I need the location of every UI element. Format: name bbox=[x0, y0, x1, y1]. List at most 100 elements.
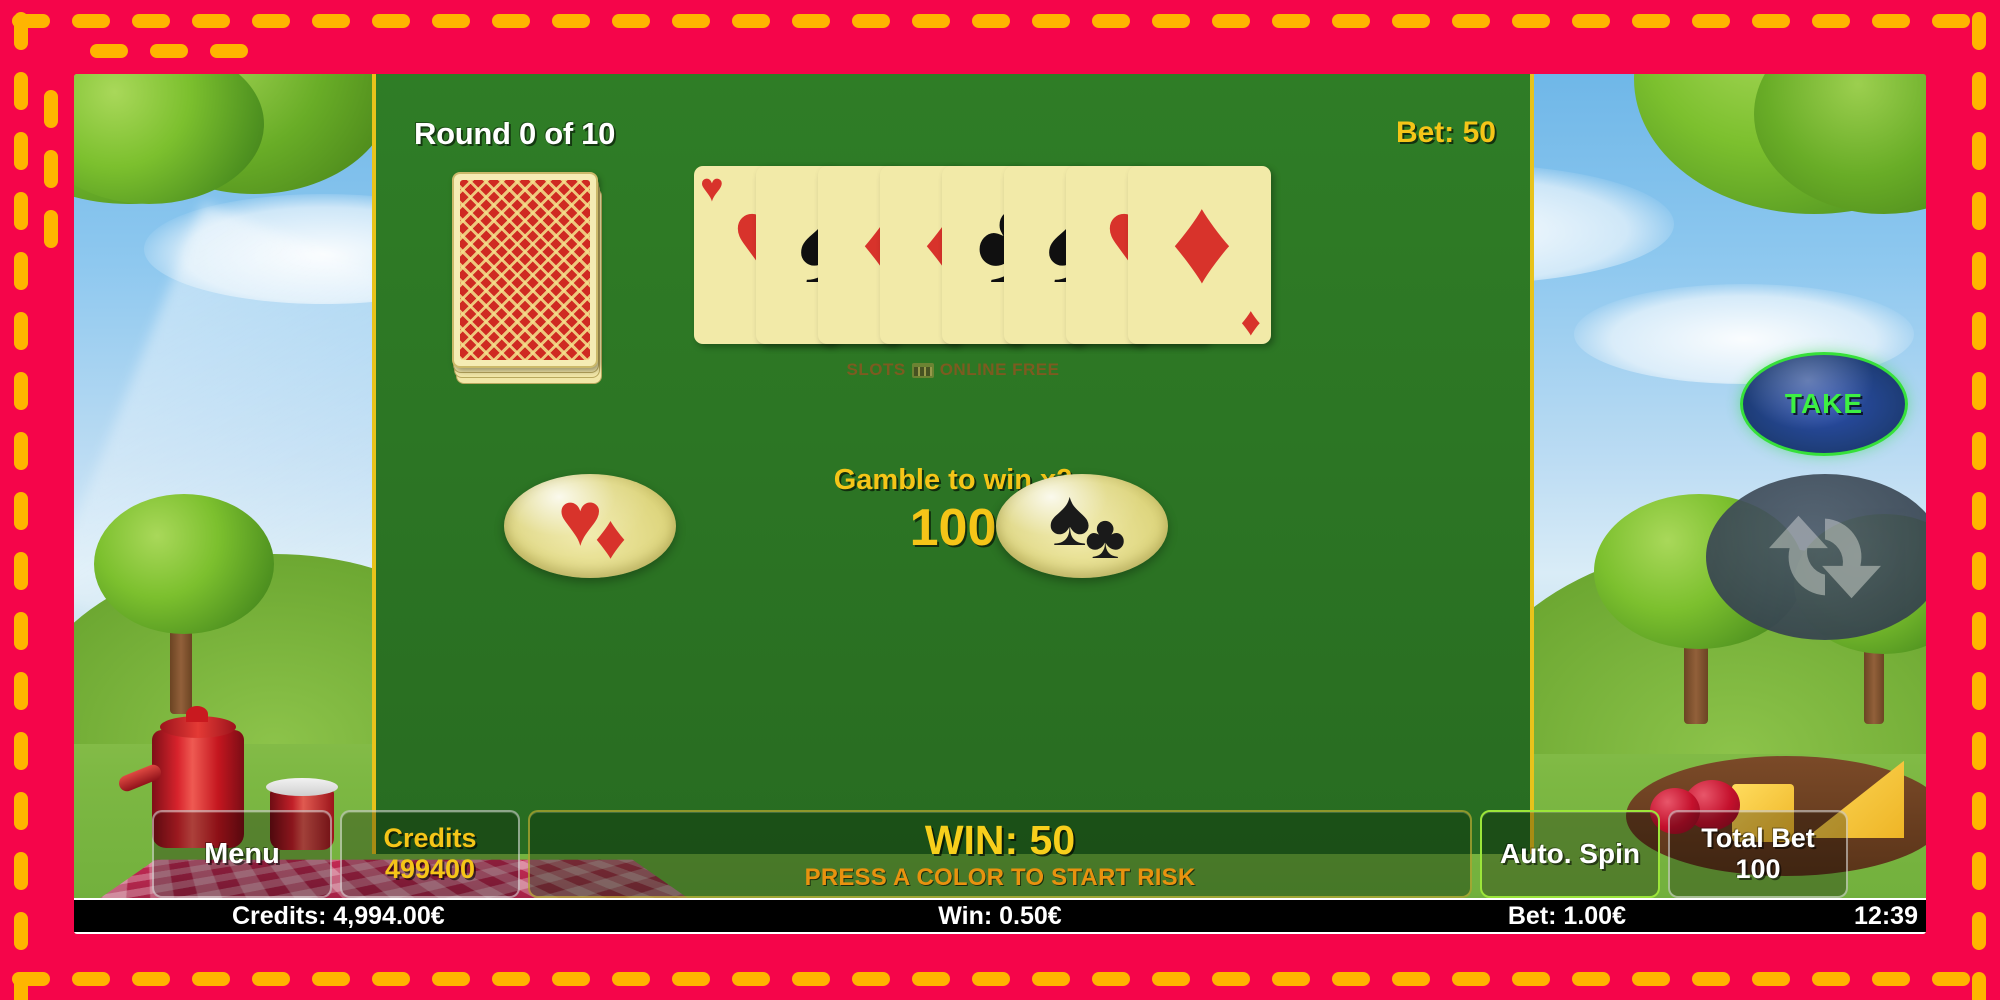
border-dash bbox=[972, 14, 1010, 28]
menu-button[interactable]: Menu bbox=[152, 810, 332, 898]
border-dash bbox=[1812, 972, 1850, 986]
menu-button-label: Menu bbox=[204, 837, 280, 870]
kettle-knob bbox=[186, 706, 208, 722]
border-dash bbox=[1272, 972, 1310, 986]
border-dash bbox=[1972, 672, 1986, 710]
border-dash bbox=[1332, 14, 1370, 28]
border-dash bbox=[1872, 972, 1910, 986]
border-dash bbox=[1972, 612, 1986, 650]
border-dash bbox=[210, 44, 248, 58]
card-corner-icon: ♦ bbox=[1240, 300, 1261, 344]
game-screen: Round 0 of 10 Bet: 50 ♥♥♥♠♠♦♦♦♦♣♣♠♠♥♥♦♦ … bbox=[74, 74, 1926, 934]
mug-rim bbox=[266, 778, 338, 796]
border-dash bbox=[1972, 792, 1986, 830]
border-dash bbox=[150, 44, 188, 58]
take-button[interactable]: TAKE bbox=[1740, 352, 1908, 456]
border-dash bbox=[1152, 972, 1190, 986]
round-counter: Round 0 of 10 bbox=[414, 116, 616, 151]
border-dash bbox=[44, 90, 58, 128]
border-dash bbox=[372, 14, 410, 28]
border-dash bbox=[44, 210, 58, 248]
border-dash bbox=[1452, 972, 1490, 986]
border-dash bbox=[1972, 72, 1986, 110]
border-dash bbox=[432, 14, 470, 28]
border-dash bbox=[72, 14, 110, 28]
border-dash bbox=[14, 852, 28, 890]
border-dash bbox=[14, 372, 28, 410]
border-dash bbox=[1972, 432, 1986, 470]
border-dash bbox=[1972, 12, 1986, 50]
border-dash bbox=[912, 972, 950, 986]
total-bet-title: Total Bet bbox=[1701, 823, 1815, 853]
total-bet-button[interactable]: Total Bet 100 bbox=[1668, 810, 1848, 898]
border-dash bbox=[14, 312, 28, 350]
border-dash bbox=[492, 972, 530, 986]
border-dash bbox=[1452, 14, 1490, 28]
black-suits-button[interactable]: ♠ ♣ bbox=[996, 474, 1168, 578]
border-dash bbox=[852, 972, 890, 986]
border-dash bbox=[1032, 972, 1070, 986]
border-dash bbox=[552, 972, 590, 986]
border-dash bbox=[312, 14, 350, 28]
border-dash bbox=[14, 252, 28, 290]
border-dash bbox=[14, 192, 28, 230]
border-dash bbox=[14, 672, 28, 710]
slot-machine-icon bbox=[911, 362, 934, 378]
border-dash bbox=[912, 14, 950, 28]
card-back-pattern bbox=[460, 180, 590, 360]
border-dash bbox=[1972, 852, 1986, 890]
border-dash bbox=[14, 972, 28, 1000]
border-dash bbox=[672, 14, 710, 28]
card-corner-icon: ♥ bbox=[700, 166, 724, 210]
credits-display[interactable]: Credits 499400 bbox=[340, 810, 520, 898]
border-dash bbox=[1572, 972, 1610, 986]
border-dash bbox=[14, 72, 28, 110]
border-dash bbox=[14, 12, 28, 50]
win-panel: WIN: 50 PRESS A COLOR TO START RISK bbox=[528, 810, 1472, 898]
border-dash bbox=[1272, 14, 1310, 28]
win-amount: WIN: 50 bbox=[924, 816, 1076, 863]
border-dash bbox=[1392, 972, 1430, 986]
border-dash bbox=[1512, 14, 1550, 28]
bet-indicator: Bet: 50 bbox=[1395, 116, 1496, 149]
border-dash bbox=[372, 972, 410, 986]
red-suits-button[interactable]: ♥ ♦ bbox=[504, 474, 676, 578]
border-dash bbox=[192, 972, 230, 986]
border-dash bbox=[1752, 14, 1790, 28]
auto-spin-label: Auto. Spin bbox=[1500, 838, 1640, 869]
game-scene: Round 0 of 10 Bet: 50 ♥♥♥♠♠♦♦♦♦♣♣♠♠♥♥♦♦ … bbox=[74, 74, 1926, 934]
diamond-icon: ♦ bbox=[1170, 172, 1234, 308]
border-dash bbox=[1752, 972, 1790, 986]
border-dash bbox=[14, 612, 28, 650]
border-dash bbox=[552, 14, 590, 28]
border-dash bbox=[1392, 14, 1430, 28]
card-diamonds[interactable]: ♦♦ bbox=[1128, 166, 1271, 344]
border-dash bbox=[1932, 972, 1970, 986]
border-dash bbox=[72, 972, 110, 986]
border-dash bbox=[14, 792, 28, 830]
border-dash bbox=[252, 14, 290, 28]
total-bet-value: 100 bbox=[1735, 854, 1781, 884]
border-dash bbox=[192, 14, 230, 28]
border-dash bbox=[492, 14, 530, 28]
border-dash bbox=[1512, 972, 1550, 986]
border-dash bbox=[792, 14, 830, 28]
border-dash bbox=[252, 972, 290, 986]
border-dash bbox=[1092, 972, 1130, 986]
border-dash bbox=[1812, 14, 1850, 28]
border-dash bbox=[1632, 14, 1670, 28]
watermark: SLOTS ONLINE FREE bbox=[376, 360, 1530, 380]
border-dash bbox=[612, 972, 650, 986]
border-dash bbox=[852, 14, 890, 28]
border-dash bbox=[732, 14, 770, 28]
border-dash bbox=[432, 972, 470, 986]
deck-top-card bbox=[452, 172, 598, 368]
border-dash bbox=[1332, 972, 1370, 986]
border-dash bbox=[14, 732, 28, 770]
watermark-left-text: SLOTS bbox=[846, 360, 906, 379]
border-dash bbox=[1032, 14, 1070, 28]
border-dash bbox=[1972, 192, 1986, 230]
auto-spin-button[interactable]: Auto. Spin bbox=[1480, 810, 1660, 898]
border-dash bbox=[90, 44, 128, 58]
border-dash bbox=[14, 912, 28, 950]
